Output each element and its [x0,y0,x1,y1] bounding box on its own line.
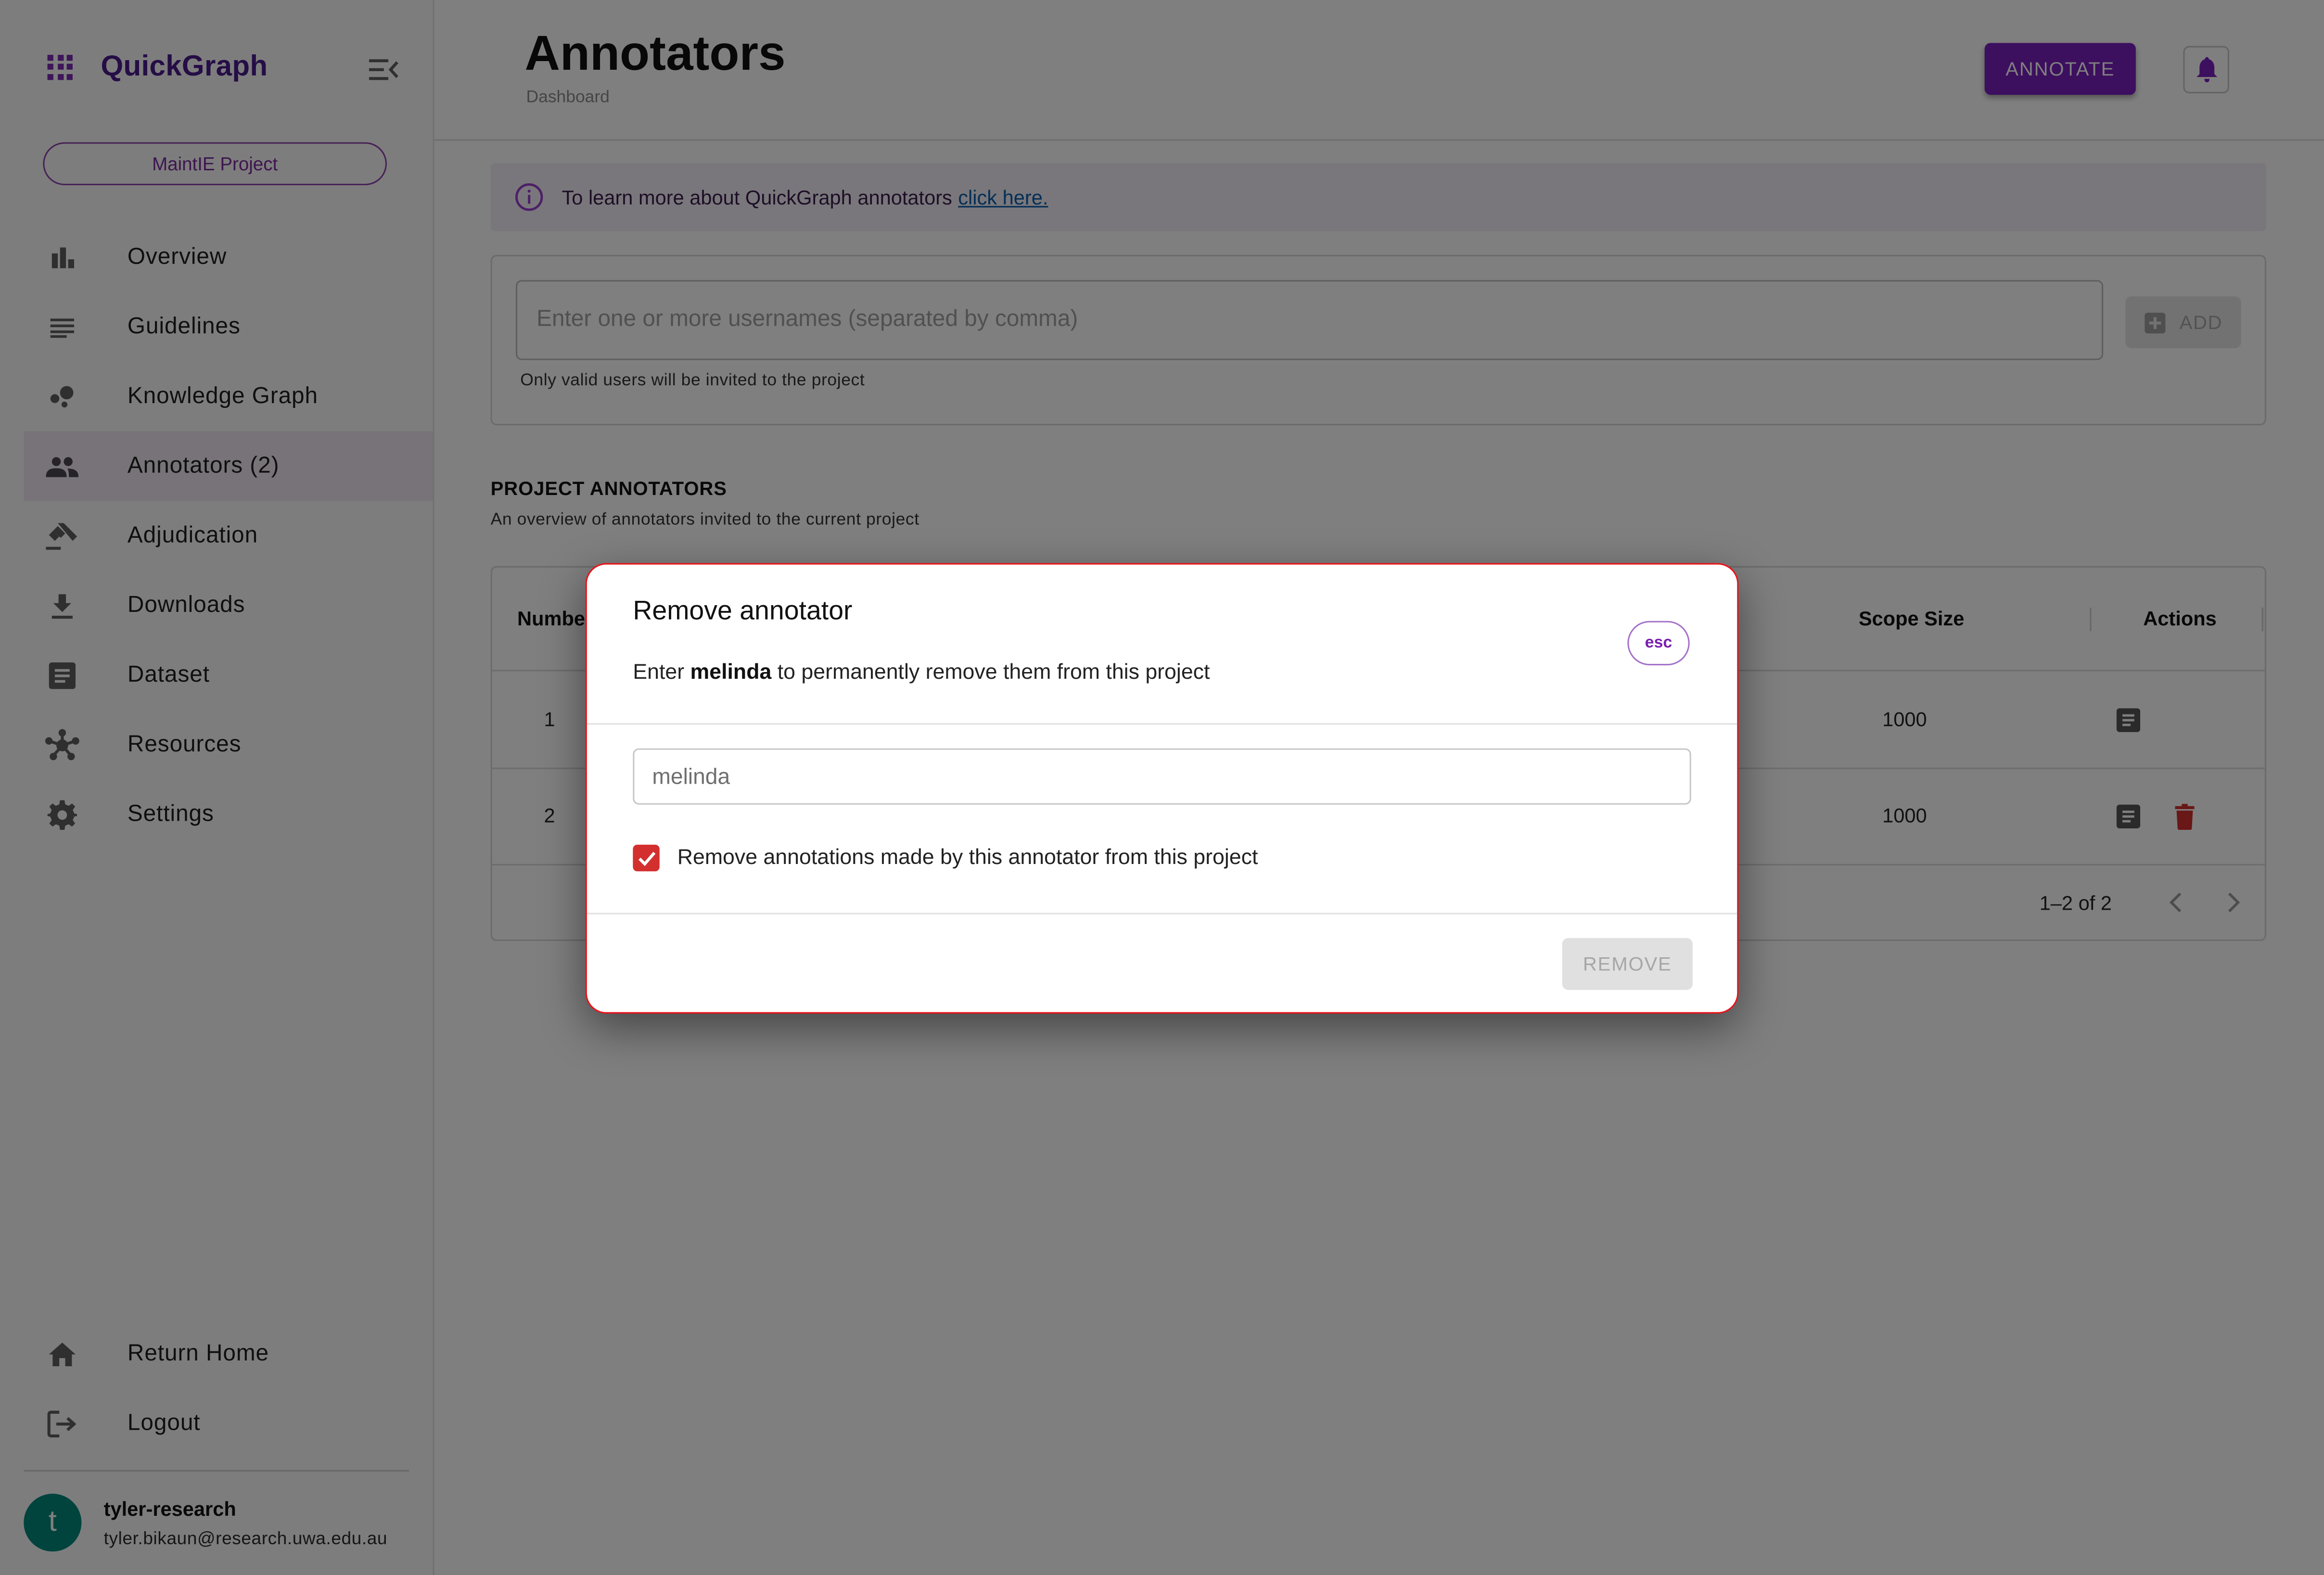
modal-description: Enter melinda to permanently remove them… [633,661,1210,685]
modal-title: Remove annotator [633,596,853,625]
desc-prefix: Enter [633,660,685,685]
remove-annotations-checkbox-row[interactable]: Remove annotations made by this annotato… [633,844,1258,872]
remove-annotator-modal: Remove annotator Enter melinda to perman… [585,563,1739,1014]
checkbox-label: Remove annotations made by this annotato… [677,846,1258,870]
check-icon [638,851,655,865]
modal-divider [587,913,1737,915]
remove-annotations-checkbox[interactable] [633,844,660,872]
app-window: QuickGraph MaintIE Project Overview Guid… [0,0,2324,1575]
esc-close-button[interactable]: esc [1627,621,1690,666]
confirm-username-input[interactable] [633,748,1691,805]
remove-button[interactable]: REMOVE [1562,938,1693,990]
desc-suffix: to permanently remove them from this pro… [777,660,1210,685]
target-username: melinda [690,660,772,685]
modal-divider [587,723,1737,725]
